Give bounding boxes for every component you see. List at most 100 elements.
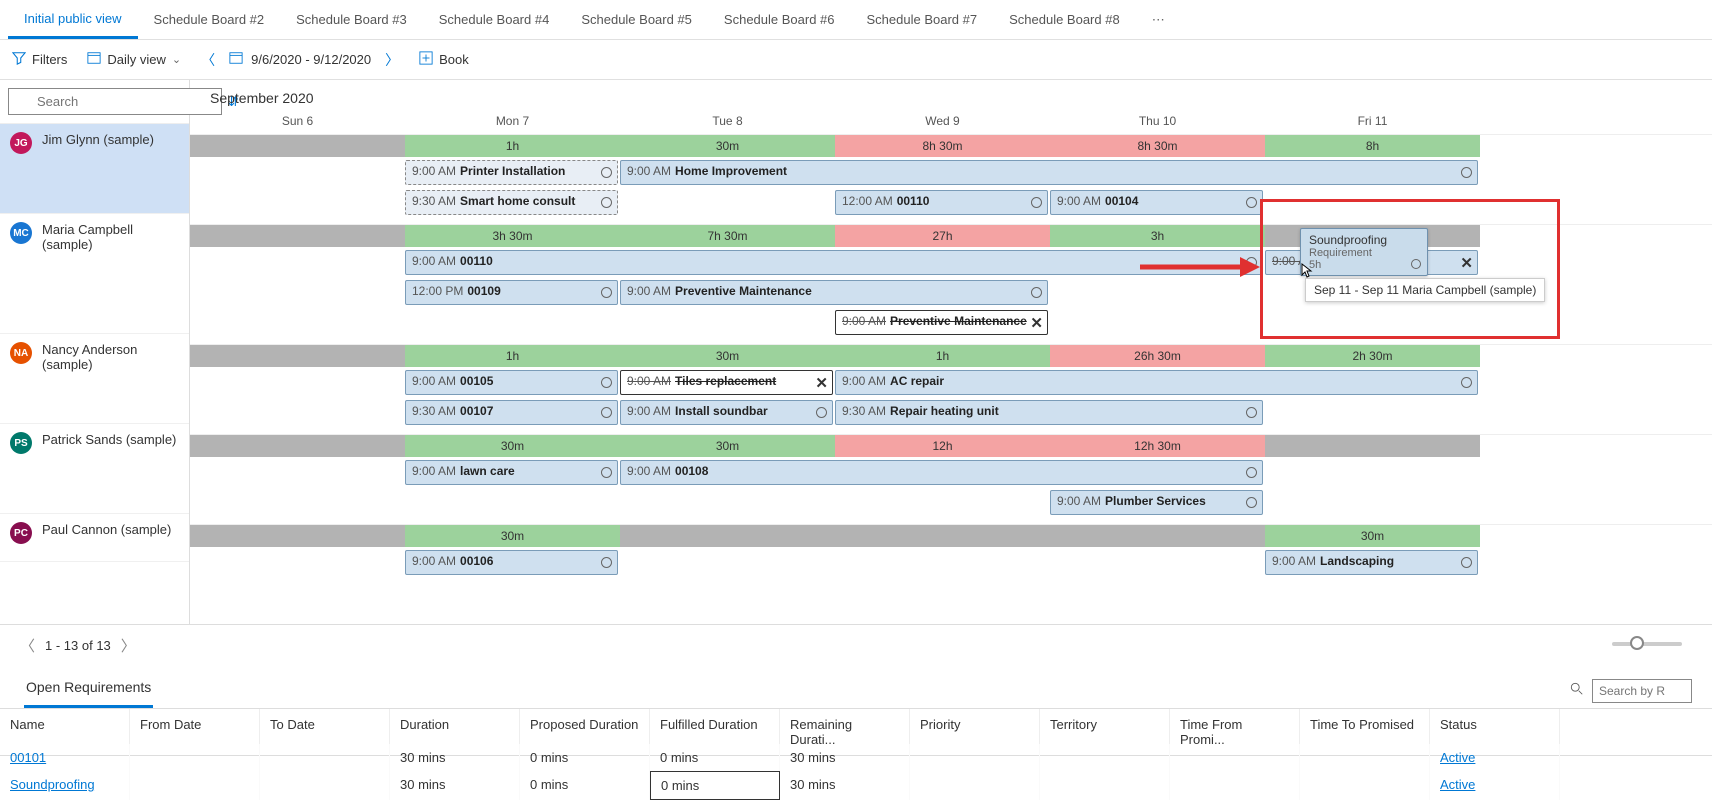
- close-icon[interactable]: ✕: [815, 374, 828, 392]
- booking-time: 12:00 PM: [412, 284, 463, 298]
- tab-more[interactable]: ⋯: [1136, 2, 1181, 38]
- avatar: PC: [10, 522, 32, 544]
- booking[interactable]: 12:00 AM00110: [835, 190, 1048, 215]
- chevron-down-icon: ⌄: [172, 53, 181, 66]
- bottom-search-input[interactable]: [1592, 679, 1692, 703]
- avatar: PS: [10, 432, 32, 454]
- grid-cell: Soundproofing: [0, 771, 130, 800]
- booking[interactable]: 9:00 AM00108: [620, 460, 1263, 485]
- tab-6[interactable]: Schedule Board #6: [708, 2, 851, 37]
- booking[interactable]: 9:00 AM 00110: [405, 250, 1263, 275]
- booking[interactable]: 9:00 AM Printer Installation: [405, 160, 618, 185]
- grid-row[interactable]: Soundproofing30 mins0 mins0 mins30 minsA…: [0, 771, 1712, 800]
- grid-cell: [1040, 771, 1170, 800]
- booking[interactable]: 9:00 AM00105: [405, 370, 618, 395]
- booking-time: 9:00 AM: [1057, 194, 1101, 208]
- filters-button[interactable]: Filters: [12, 51, 67, 68]
- booking[interactable]: 9:00 AMInstall soundbar: [620, 400, 833, 425]
- status-link[interactable]: Active: [1440, 777, 1475, 792]
- status-dot-icon: [601, 287, 612, 298]
- name-link[interactable]: Soundproofing: [10, 777, 95, 792]
- booking-time: 9:00 AM: [412, 464, 456, 478]
- booking-title: 00110: [897, 194, 930, 208]
- view-selector[interactable]: Daily view ⌄: [87, 51, 181, 68]
- date-range-button[interactable]: 9/6/2020 - 9/12/2020: [229, 51, 371, 68]
- capacity-cell: 26h 30m: [1050, 345, 1265, 367]
- day-header: Sun 6: [190, 110, 405, 134]
- status-link[interactable]: Active: [1440, 750, 1475, 765]
- booking-title: AC repair: [890, 374, 944, 388]
- capacity-cell: [835, 525, 1050, 547]
- booking-title: 00110: [460, 254, 493, 268]
- tab-4[interactable]: Schedule Board #4: [423, 2, 566, 37]
- name-link[interactable]: 00101: [10, 750, 46, 765]
- booking[interactable]: 9:00 AMPlumber Services: [1050, 490, 1263, 515]
- drag-card[interactable]: Soundproofing Requirement 5h: [1300, 228, 1428, 276]
- resource-row[interactable]: PCPaul Cannon (sample): [0, 514, 189, 562]
- tab-5[interactable]: Schedule Board #5: [565, 2, 708, 37]
- tab-8[interactable]: Schedule Board #8: [993, 2, 1136, 37]
- status-dot-icon: [1246, 197, 1257, 208]
- booking[interactable]: 12:00 PM00109: [405, 280, 618, 305]
- day-header: Tue 8: [620, 110, 835, 134]
- grid-row[interactable]: 0010130 mins0 mins0 mins30 minsActive: [0, 744, 1712, 771]
- resource-row[interactable]: NANancy Anderson (sample): [0, 334, 189, 424]
- booking-title: 00106: [460, 554, 493, 568]
- grid-cell: [260, 744, 390, 771]
- close-icon[interactable]: ✕: [1030, 314, 1043, 332]
- status-dot-icon: [601, 407, 612, 418]
- booking[interactable]: 9:30 AM00107: [405, 400, 618, 425]
- resource-row[interactable]: JGJim Glynn (sample): [0, 124, 189, 214]
- grid-cell: 30 mins: [780, 744, 910, 771]
- tab-initial[interactable]: Initial public view: [8, 1, 138, 39]
- capacity-cell: 1h: [835, 345, 1050, 367]
- open-requirements-tab[interactable]: Open Requirements: [24, 673, 153, 708]
- drag-title: Soundproofing: [1309, 233, 1419, 247]
- capacity-cell: [190, 135, 405, 157]
- capacity-cell: 30m: [405, 525, 620, 547]
- resource-name: Nancy Anderson (sample): [42, 342, 179, 372]
- resource-row[interactable]: MCMaria Campbell (sample): [0, 214, 189, 334]
- booking-time: 9:00 AM: [412, 164, 456, 178]
- booking-title: Printer Installation: [460, 164, 565, 178]
- grid-cell: 0 mins: [650, 744, 780, 771]
- book-button[interactable]: Book: [419, 51, 469, 68]
- capacity-cell: 1h: [405, 345, 620, 367]
- booking[interactable]: 9:00 AM00106: [405, 550, 618, 575]
- tab-2[interactable]: Schedule Board #2: [138, 2, 281, 37]
- capacity-cell: 1h: [405, 135, 620, 157]
- capacity-cell: [620, 525, 835, 547]
- booking[interactable]: 9:00 AM 00104: [1050, 190, 1263, 215]
- booking[interactable]: 9:00 AMAC repair: [835, 370, 1478, 395]
- left-panel: ⇵ JGJim Glynn (sample)MCMaria Campbell (…: [0, 80, 190, 624]
- booking[interactable]: 9:00 AMPreventive Maintenance: [620, 280, 1048, 305]
- pager-next[interactable]: 〉: [121, 635, 136, 656]
- resource-row[interactable]: PSPatrick Sands (sample): [0, 424, 189, 514]
- zoom-slider[interactable]: [1612, 642, 1682, 646]
- booking[interactable]: 9:00 AMHome Improvement: [620, 160, 1478, 185]
- booking-time: 9:00 AM: [412, 254, 456, 268]
- capacity-cell: 3h: [1050, 225, 1265, 247]
- prev-week[interactable]: 〈: [201, 50, 215, 70]
- booking[interactable]: 9:00 AMTiles replacement✕: [620, 370, 833, 395]
- booking[interactable]: 9:30 AMSmart home consult: [405, 190, 618, 215]
- next-week[interactable]: 〉: [385, 50, 399, 70]
- tab-7[interactable]: Schedule Board #7: [851, 2, 994, 37]
- booking[interactable]: 9:00 AMPreventive Maintenance✕: [835, 310, 1048, 335]
- grid-cell: Active: [1430, 771, 1560, 800]
- grid-cell: 0 mins: [520, 744, 650, 771]
- close-icon[interactable]: ✕: [1460, 254, 1473, 272]
- capacity-cell: 27h: [835, 225, 1050, 247]
- pager-prev[interactable]: 〈: [20, 635, 35, 656]
- booking[interactable]: 9:00 AMLandscaping: [1265, 550, 1478, 575]
- booking-title: lawn care: [460, 464, 515, 478]
- grid-cell: 30 mins: [390, 744, 520, 771]
- booking[interactable]: 9:30 AMRepair heating unit: [835, 400, 1263, 425]
- capacity-cell: 2h 30m: [1265, 345, 1480, 367]
- avatar: MC: [10, 222, 32, 244]
- booking-title: Install soundbar: [675, 404, 768, 418]
- booking[interactable]: 9:00 AM lawn care: [405, 460, 618, 485]
- booking-title: 00104: [1105, 194, 1138, 208]
- tab-3[interactable]: Schedule Board #3: [280, 2, 423, 37]
- search-icon[interactable]: [1570, 682, 1584, 699]
